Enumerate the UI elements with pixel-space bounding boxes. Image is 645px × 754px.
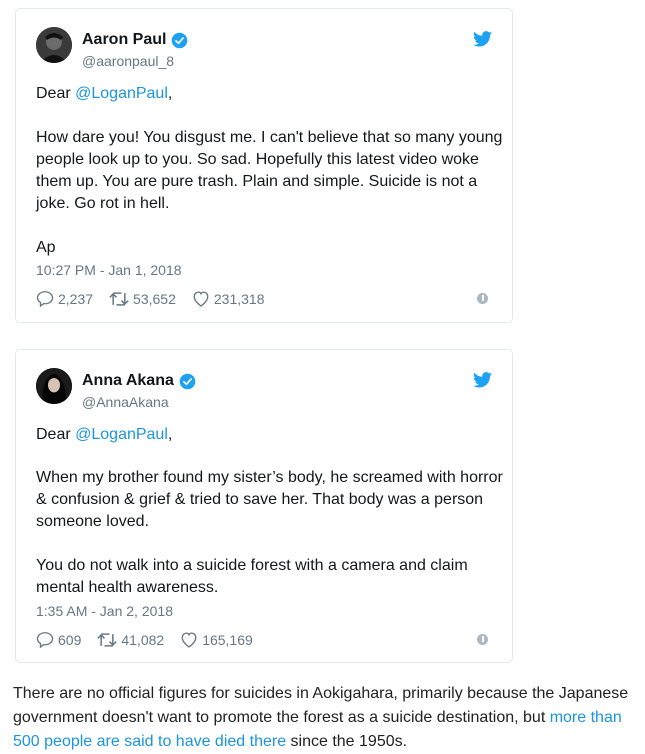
avatar[interactable] bbox=[36, 368, 72, 404]
tweet-body: How dare you! You disgust me. I can't be… bbox=[36, 129, 503, 256]
tweet-body: When my brother found my sister’s body, … bbox=[36, 469, 503, 596]
greeting-text: Dear bbox=[36, 85, 76, 102]
like-button[interactable]: 231,318 bbox=[192, 290, 265, 307]
retweet-button[interactable]: 53,652 bbox=[109, 291, 176, 307]
verified-icon bbox=[172, 32, 188, 48]
mention-link[interactable]: @LoganPaul bbox=[75, 426, 168, 443]
tweet-timestamp[interactable]: 10:27 PM - Jan 1, 2018 bbox=[36, 262, 182, 278]
mention-link[interactable]: @LoganPaul bbox=[75, 85, 168, 102]
article-text-before: There are no official figures for suicid… bbox=[13, 685, 629, 726]
retweet-count: 41,082 bbox=[121, 631, 165, 648]
verified-icon bbox=[179, 373, 196, 389]
retweet-icon bbox=[109, 291, 129, 306]
heart-icon bbox=[181, 632, 197, 648]
retweet-button[interactable]: 41,082 bbox=[97, 632, 164, 648]
tweet-actions: 2,237 53,652 231,318 bbox=[36, 290, 280, 307]
like-count: 165,169 bbox=[202, 631, 253, 648]
reply-button[interactable]: 2,237 bbox=[36, 290, 93, 307]
author-name[interactable]: Aaron Paul bbox=[82, 31, 166, 49]
greeting-end: , bbox=[167, 85, 173, 102]
info-icon[interactable] bbox=[477, 293, 488, 304]
tweet-greeting: Dear @LoganPaul, bbox=[36, 83, 506, 105]
retweet-icon bbox=[97, 632, 118, 647]
author-handle[interactable]: @aaronpaul_8 bbox=[82, 53, 174, 69]
author-handle[interactable]: @AnnaAkana bbox=[82, 394, 169, 410]
twitter-bird-icon[interactable] bbox=[473, 31, 492, 47]
avatar[interactable] bbox=[36, 27, 72, 63]
reply-count: 609 bbox=[58, 631, 82, 648]
heart-icon bbox=[193, 291, 209, 307]
info-icon[interactable] bbox=[477, 634, 488, 645]
tweet-actions: 609 41,082 165,169 bbox=[36, 631, 269, 648]
retweet-count: 53,652 bbox=[133, 290, 176, 307]
author-name[interactable]: Anna Akana bbox=[82, 372, 174, 390]
reply-button[interactable]: 609 bbox=[36, 631, 81, 648]
reply-icon bbox=[36, 632, 54, 648]
greeting-end: , bbox=[167, 426, 173, 443]
reply-icon bbox=[36, 291, 54, 307]
article-paragraph: There are no official figures for suicid… bbox=[13, 682, 638, 754]
tweet-card: Anna Akana @AnnaAkana Dear @LoganPaul, W… bbox=[15, 349, 513, 663]
tweet-card: Aaron Paul @aaronpaul_8 Dear @LoganPaul,… bbox=[15, 8, 513, 323]
greeting-text: Dear bbox=[36, 426, 76, 443]
reply-count: 2,237 bbox=[58, 290, 94, 307]
article-text-after: since the 1950s. bbox=[286, 733, 408, 750]
twitter-bird-icon[interactable] bbox=[473, 372, 492, 388]
like-button[interactable]: 165,169 bbox=[180, 631, 253, 648]
tweet-timestamp[interactable]: 1:35 AM - Jan 2, 2018 bbox=[36, 603, 173, 619]
tweet-greeting: Dear @LoganPaul, bbox=[36, 424, 506, 446]
like-count: 231,318 bbox=[213, 290, 265, 307]
